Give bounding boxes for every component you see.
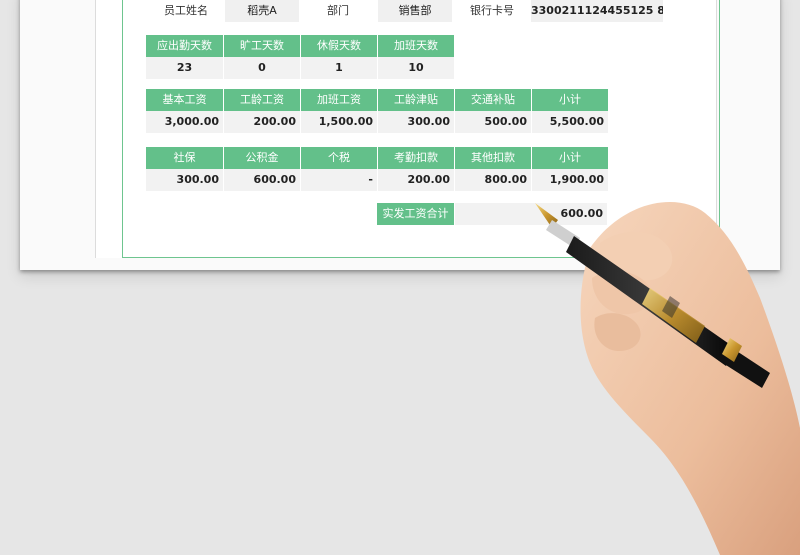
deduction-header: 考勤扣款 [378,147,454,169]
attendance-header: 旷工天数 [224,35,300,57]
bank-card-label: 银行卡号 [470,4,514,17]
deduction-header: 其他扣款 [455,147,531,169]
income-value[interactable]: 3,000.00 [146,111,223,133]
deduction-value[interactable]: 300.00 [146,169,223,191]
department-value[interactable]: 销售部 [378,0,452,22]
income-header: 加班工资 [301,89,377,111]
deduction-value[interactable]: - [301,169,377,191]
net-pay-label: 实发工资合计 [377,203,454,225]
hand-with-pen-image [535,202,800,555]
income-header: 交通补贴 [455,89,531,111]
income-value[interactable]: 500.00 [455,111,531,133]
deduction-value[interactable]: 800.00 [455,169,531,191]
income-value[interactable]: 5,500.00 [532,111,608,133]
attendance-value[interactable]: 0 [224,57,300,79]
deduction-header: 小计 [532,147,608,169]
income-value[interactable]: 300.00 [378,111,454,133]
attendance-header: 加班天数 [378,35,454,57]
income-header: 小计 [532,89,608,111]
bank-card-value[interactable]: 3300211124455125 8 [531,0,663,22]
attendance-header: 应出勤天数 [146,35,223,57]
income-header: 基本工资 [146,89,223,111]
deduction-header: 个税 [301,147,377,169]
income-header: 工龄津贴 [378,89,454,111]
attendance-value[interactable]: 1 [301,57,377,79]
income-header: 工龄工资 [224,89,300,111]
deduction-header: 公积金 [224,147,300,169]
deduction-value[interactable]: 200.00 [378,169,454,191]
deduction-header: 社保 [146,147,223,169]
deduction-value[interactable]: 600.00 [224,169,300,191]
employee-name-value[interactable]: 稻壳A [225,0,299,22]
attendance-value[interactable]: 23 [146,57,223,79]
attendance-value[interactable]: 10 [378,57,454,79]
income-value[interactable]: 1,500.00 [301,111,377,133]
department-label: 部门 [327,4,349,17]
employee-name-label: 员工姓名 [164,4,208,17]
income-value[interactable]: 200.00 [224,111,300,133]
attendance-header: 休假天数 [301,35,377,57]
